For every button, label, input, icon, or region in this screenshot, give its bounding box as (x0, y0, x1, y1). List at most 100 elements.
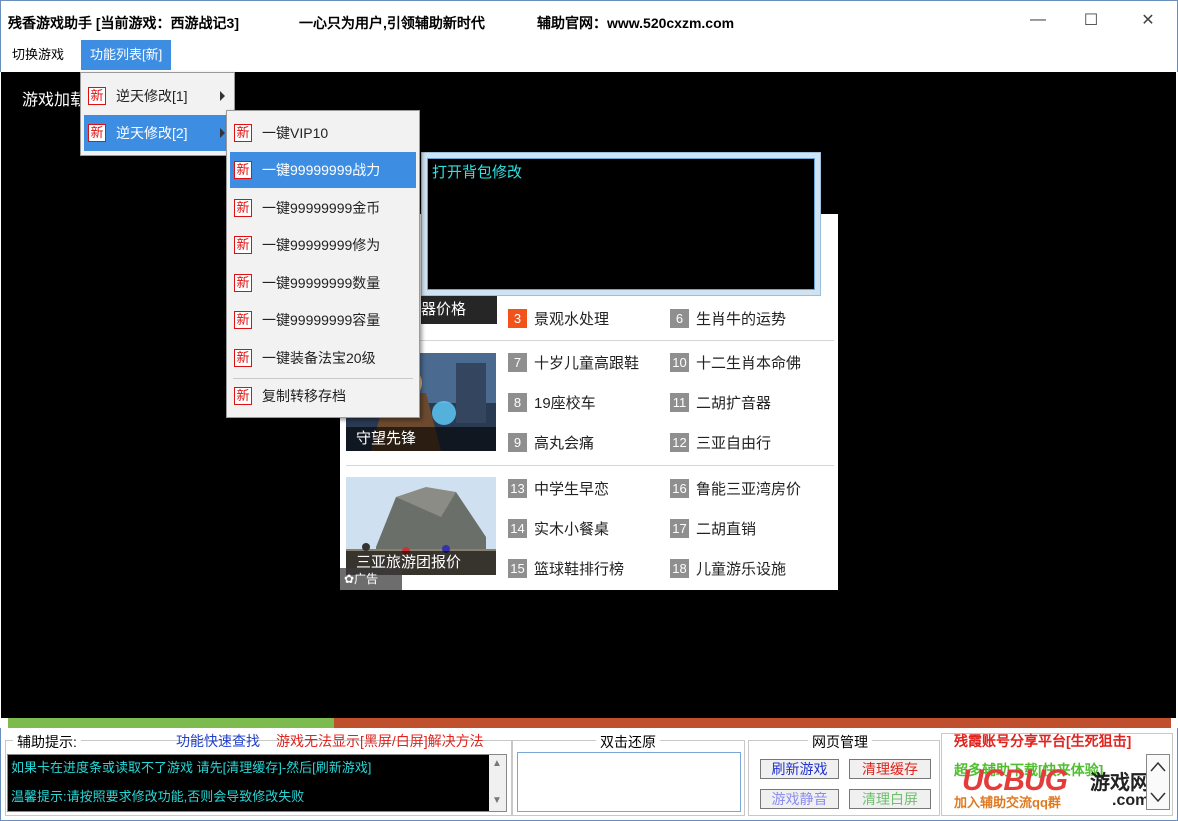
new-badge-icon: 新 (234, 349, 252, 367)
ad-rank: 7 (508, 353, 527, 372)
ad-link[interactable]: 18 儿童游乐设施 (670, 558, 786, 579)
maximize-button[interactable]: ☐ (1077, 7, 1105, 33)
new-badge-icon: 新 (234, 124, 252, 142)
ad-label: ✿广告 (340, 568, 402, 590)
ad-link[interactable]: 6 生肖牛的运势 (670, 308, 786, 329)
clear-cache-button[interactable]: 清理缓存 (849, 759, 931, 779)
ad-link[interactable]: 16 鲁能三亚湾房价 (670, 478, 801, 499)
mute-game-button[interactable]: 游戏静音 (760, 789, 839, 809)
tips-scrollbar[interactable]: ▲ ▼ (489, 755, 506, 811)
thumb-caption: 守望先锋 (346, 427, 496, 451)
menu-item-label: 逆天修改[2] (116, 125, 188, 141)
ad-link-text: 19座校车 (534, 395, 596, 412)
ad-rank: 16 (670, 479, 689, 498)
web-manage-title: 网页管理 (808, 732, 872, 752)
clear-white-button[interactable]: 清理白屏 (849, 789, 931, 809)
ad-link-text: 景观水处理 (534, 311, 610, 328)
menu-item-label: 一键99999999战力 (262, 162, 381, 178)
menu-item-label: 一键99999999数量 (262, 275, 381, 291)
bag-edit-label: 打开背包修改 (432, 164, 523, 181)
ad-rank: 10 (670, 353, 689, 372)
minimize-button[interactable]: — (1024, 7, 1052, 33)
ad-link[interactable]: 15 篮球鞋排行榜 (508, 558, 624, 579)
ad-link[interactable]: 17 二胡直销 (670, 518, 756, 539)
menu-item-capacity[interactable]: 新 一键99999999容量 (230, 302, 416, 338)
ad-rank: 15 (508, 559, 527, 578)
slogan-text: 一心只为用户,引领辅助新时代 (299, 15, 485, 31)
ad-thumb-sanya[interactable]: 三亚旅游团报价 (346, 477, 496, 575)
menu-bar: 切换游戏 功能列表[新] (0, 40, 1178, 72)
ad-rank: 11 (670, 393, 689, 412)
ad-link-text: 篮球鞋排行榜 (534, 561, 625, 578)
ad-partial-caption: 器价格 (421, 296, 497, 324)
ad-rank: 12 (670, 433, 689, 452)
tips-title: 辅助提示: (13, 732, 81, 752)
ad-link-text: 十二生肖本命佛 (696, 355, 802, 372)
close-icon: ✕ (1141, 12, 1155, 29)
menu-item-label: 复制转移存档 (262, 388, 346, 404)
progress-fill (8, 718, 334, 728)
ad-link[interactable]: 8 19座校车 (508, 392, 596, 413)
menu-item-quantity[interactable]: 新 一键99999999数量 (230, 265, 416, 301)
ad-link-text: 儿童游乐设施 (696, 561, 787, 578)
ad-rank: 9 (508, 433, 527, 452)
menu-feature-list[interactable]: 功能列表[新] (81, 40, 172, 70)
ad-link-text: 二胡直销 (696, 521, 757, 538)
ad-link[interactable]: 11 二胡扩音器 (670, 392, 771, 413)
ad-link[interactable]: 14 实木小餐桌 (508, 518, 609, 539)
ad-link[interactable]: 12 三亚自由行 (670, 432, 771, 453)
tips-textbox[interactable]: 如果卡在进度条或读取不了游戏 请先[清理缓存]-然后[刷新游戏] 温馨提示:请按… (7, 754, 507, 812)
close-button[interactable]: ✕ (1134, 7, 1162, 33)
ad-link[interactable]: 3 景观水处理 (508, 308, 609, 329)
ad-link-text: 二胡扩音器 (696, 395, 772, 412)
minimize-icon: — (1030, 11, 1046, 28)
bag-edit-area[interactable]: 打开背包修改 (427, 158, 815, 290)
menu-item-vip[interactable]: 新 一键VIP10 (230, 115, 416, 151)
menu-item-label: 一键99999999容量 (262, 312, 381, 328)
scroll-down-icon[interactable]: ▼ (492, 795, 502, 806)
feature-dropdown: 新 逆天修改[1] 新 逆天修改[2] (80, 72, 235, 156)
new-badge-icon: 新 (234, 387, 252, 405)
quick-search-link[interactable]: 功能快速查找 (176, 731, 260, 751)
watermark-brand: UCBUG (962, 764, 1068, 797)
ad-link[interactable]: 9 高丸会痛 (508, 432, 594, 453)
watermark-dom: .com (1112, 792, 1150, 809)
ad-link[interactable]: 7 十岁儿童高跟鞋 (508, 352, 639, 373)
ad-link-text: 十岁儿童高跟鞋 (534, 355, 640, 372)
restore-title: 双击还原 (596, 732, 660, 752)
scroll-up-icon[interactable]: ▲ (492, 758, 502, 769)
ad-rank: 3 (508, 309, 527, 328)
menu-switch-game[interactable]: 切换游戏 (3, 40, 73, 70)
new-badge-icon: 新 (88, 87, 106, 105)
refresh-game-button[interactable]: 刷新游戏 (760, 759, 839, 779)
menu-item-copy-save[interactable]: 新 复制转移存档 (230, 378, 416, 414)
mod-submenu: 新 一键VIP10 新 一键99999999战力 新 一键99999999金币 … (226, 110, 420, 418)
menu-item-equipment[interactable]: 新 一键装备法宝20级 (230, 340, 416, 376)
title-bar: 残香游戏助手 [当前游戏：西游战记3] 一心只为用户,引领辅助新时代 辅助官网：… (0, 0, 1178, 40)
restore-area[interactable] (517, 752, 741, 812)
watermark-cn: 游戏网 (1090, 772, 1150, 794)
menu-item-label: 一键99999999修为 (262, 237, 381, 253)
ad-rank: 17 (670, 519, 689, 538)
ad-link-text: 三亚自由行 (696, 435, 772, 452)
ad-link[interactable]: 10 十二生肖本命佛 (670, 352, 801, 373)
tip-line-2: 温馨提示:请按照要求修改功能,否则会导致修改失败 (11, 789, 305, 804)
maximize-icon: ☐ (1083, 12, 1099, 29)
ad-link[interactable]: 13 中学生早恋 (508, 478, 609, 499)
submenu-arrow-icon (220, 91, 225, 101)
menu-item-label: 一键99999999金币 (262, 200, 381, 216)
black-screen-fix-link[interactable]: 游戏无法显示[黑屏/白屏]解决方法 (276, 731, 484, 751)
tip-line-1: 如果卡在进度条或读取不了游戏 请先[清理缓存]-然后[刷新游戏] (11, 760, 372, 775)
new-badge-icon: 新 (88, 124, 106, 142)
promo-scrollbar[interactable] (1146, 754, 1170, 810)
ad-link-text: 实木小餐桌 (534, 521, 610, 538)
menu-item-mod-2[interactable]: 新 逆天修改[2] (84, 115, 231, 151)
website-text: 辅助官网：www.520cxzm.com (537, 15, 735, 31)
menu-item-label: 一键VIP10 (262, 125, 329, 141)
account-platform-link[interactable]: 残霞账号分享平台[生死狙击] (954, 731, 1131, 751)
menu-item-gold[interactable]: 新 一键99999999金币 (230, 190, 416, 226)
menu-item-mod-1[interactable]: 新 逆天修改[1] (84, 78, 231, 114)
menu-item-cultivation[interactable]: 新 一键99999999修为 (230, 227, 416, 263)
menu-item-power[interactable]: 新 一键99999999战力 (230, 152, 416, 188)
ad-rank: 18 (670, 559, 689, 578)
